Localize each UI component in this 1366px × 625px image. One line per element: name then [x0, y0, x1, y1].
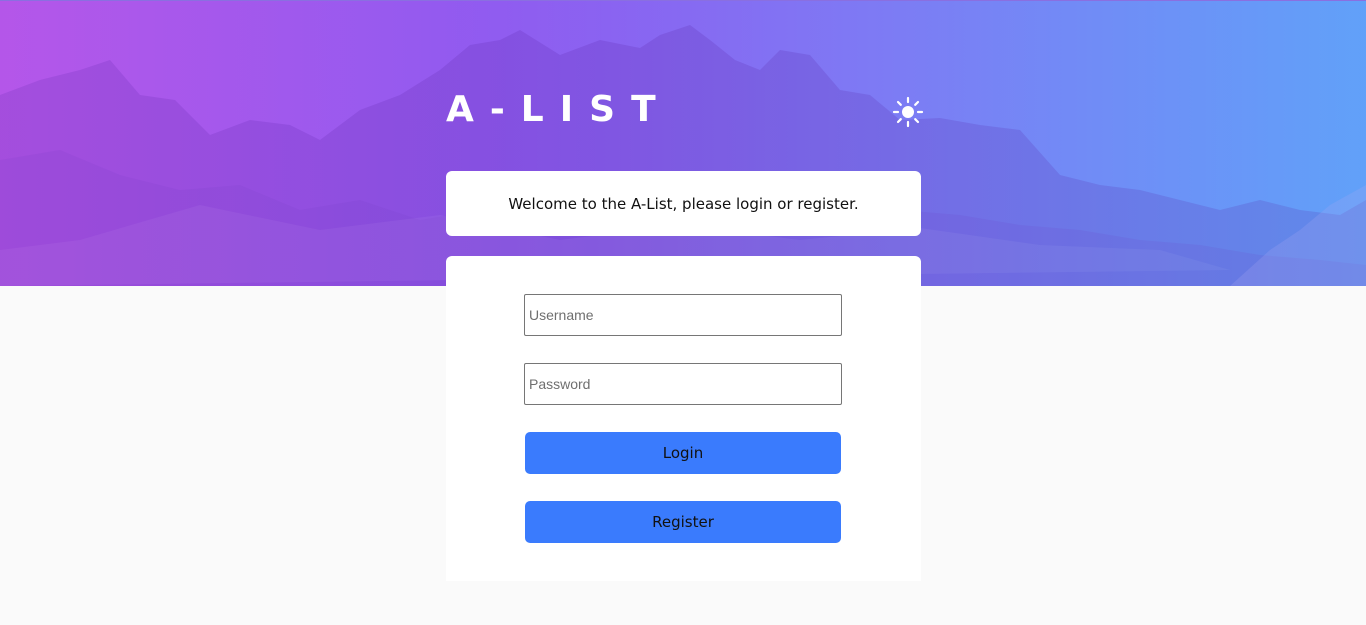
- top-border: [0, 0, 1366, 1]
- theme-toggle-button[interactable]: [892, 96, 924, 128]
- login-form-card: Login Register: [446, 256, 921, 581]
- hero-banner: [0, 0, 1366, 286]
- password-input[interactable]: [524, 363, 842, 405]
- hero-gradient-overlay: [0, 0, 1366, 286]
- welcome-message: Welcome to the A-List, please login or r…: [508, 194, 859, 213]
- login-button[interactable]: Login: [525, 432, 841, 474]
- username-input[interactable]: [524, 294, 842, 336]
- register-button[interactable]: Register: [525, 501, 841, 543]
- sun-icon: [892, 96, 924, 128]
- app-logo: A-LIST: [446, 89, 672, 130]
- welcome-card: Welcome to the A-List, please login or r…: [446, 171, 921, 236]
